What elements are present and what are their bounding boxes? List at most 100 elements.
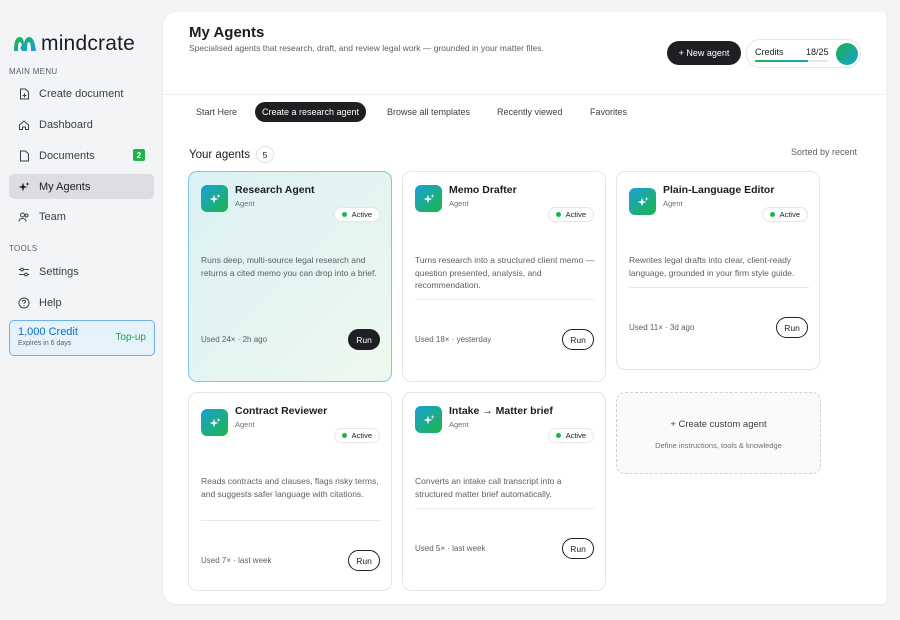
sidebar-item-help[interactable]: Help [9, 290, 154, 315]
card-divider [415, 299, 595, 300]
card-divider [629, 287, 809, 288]
tab-start-here[interactable]: Start Here [196, 102, 237, 122]
status-dot-icon [555, 433, 561, 438]
status-dot-icon [341, 433, 347, 438]
status-dot-icon [769, 212, 775, 217]
agents-section-title: Your agents [189, 148, 250, 161]
sliders-icon [17, 265, 31, 279]
agent-card-intake-matter-brief[interactable]: Intake → Matter brief Agent Active Conve… [402, 392, 606, 591]
mindcrate-logo-icon [14, 37, 36, 51]
agents-section-heading: Your agents 5 [189, 146, 274, 163]
status-dot-icon [555, 212, 561, 217]
sidebar-item-label: Create document [39, 87, 124, 100]
agent-title: Intake → Matter brief [449, 405, 553, 417]
card-divider [201, 520, 381, 521]
avatar[interactable] [836, 43, 858, 65]
agent-type: Agent [449, 199, 469, 208]
page-subtitle: Specialised agents that research, draft,… [189, 43, 544, 53]
agent-sparkle-icon [415, 406, 442, 433]
credits-label: Credits [755, 47, 784, 57]
run-button[interactable]: Run [348, 329, 380, 350]
agent-title: Plain-Language Editor [663, 184, 775, 196]
agent-title: Contract Reviewer [235, 405, 328, 417]
status-text: Active [565, 431, 586, 440]
brand-name: mindcrate [41, 32, 136, 55]
agent-title: Memo Drafter [449, 184, 517, 196]
sidebar-item-create-document[interactable]: Create document [9, 81, 154, 106]
sidebar-item-my-agents[interactable]: My Agents [9, 174, 154, 199]
status-badge: Active [761, 207, 808, 222]
agent-usage: Used 5× · last week [415, 544, 486, 553]
sort-label[interactable]: Sorted by recent [791, 147, 857, 157]
credit-card: 1,000 Credit Expires in 6 days Top-up [9, 320, 155, 356]
agent-sparkle-icon [201, 185, 228, 212]
agent-description: Converts an intake call transcript into … [415, 476, 562, 499]
agent-description: Rewrites legal drafts into clear, client… [629, 255, 795, 278]
sidebar-item-label: Team [39, 210, 66, 223]
help-icon [17, 296, 31, 310]
status-badge: Active [547, 428, 594, 443]
header-divider [163, 94, 886, 95]
status-text: Active [779, 210, 800, 219]
status-text: Active [351, 431, 372, 440]
run-button[interactable]: Run [562, 329, 594, 350]
sidebar-item-dashboard[interactable]: Dashboard [9, 112, 154, 137]
team-icon [17, 210, 31, 224]
card-divider [415, 508, 595, 509]
tab-favorites[interactable]: Favorites [590, 102, 627, 122]
agent-type: Agent [449, 420, 469, 429]
agent-card-contract-reviewer[interactable]: Contract Reviewer Agent Active Reads con… [188, 392, 392, 591]
tab-recently-viewed[interactable]: Recently viewed [497, 102, 563, 122]
home-icon [17, 118, 31, 132]
top-up-link[interactable]: Top-up [115, 332, 146, 343]
sidebar-item-settings[interactable]: Settings [9, 259, 154, 284]
tab-browse-templates[interactable]: Browse all templates [387, 102, 470, 122]
status-badge: Active [333, 207, 380, 222]
create-custom-agent-card[interactable]: + Create custom agent Define instruction… [616, 392, 821, 474]
status-text: Active [351, 210, 372, 219]
status-dot-icon [341, 212, 347, 217]
sidebar: mindcrate MAIN MENU Create document Dash… [0, 0, 163, 620]
agent-title: Research Agent [235, 184, 315, 196]
agent-card-memo-drafter[interactable]: Memo Drafter Agent Active Turns research… [402, 171, 606, 382]
agent-type: Agent [235, 420, 255, 429]
create-custom-agent-subtitle: Define instructions, tools & knowledge [655, 441, 782, 450]
sparkle-icon [17, 180, 31, 194]
document-plus-icon [17, 87, 31, 101]
page-title: My Agents [189, 24, 265, 41]
credits-value: 18/25 [806, 47, 829, 57]
new-agent-button[interactable]: + New agent [667, 41, 741, 65]
agent-sparkle-icon [629, 188, 656, 215]
main-panel: My Agents Specialised agents that resear… [163, 12, 886, 604]
create-custom-agent-title: + Create custom agent [670, 419, 767, 430]
agent-type: Agent [235, 199, 255, 208]
documents-count-badge: 2 [133, 149, 145, 161]
sidebar-item-label: Settings [39, 265, 79, 278]
credits-widget[interactable]: Credits 18/25 [746, 39, 861, 68]
tools-label: TOOLS [9, 244, 38, 253]
run-button[interactable]: Run [348, 550, 380, 571]
status-badge: Active [547, 207, 594, 222]
brand-logo[interactable]: mindcrate [12, 32, 135, 56]
sidebar-item-label: Dashboard [39, 118, 93, 131]
agent-description: Reads contracts and clauses, flags risky… [201, 476, 379, 499]
run-button[interactable]: Run [776, 317, 808, 338]
status-text: Active [565, 210, 586, 219]
agent-type: Agent [663, 199, 683, 208]
sidebar-item-label: Help [39, 296, 62, 309]
sidebar-item-documents[interactable]: Documents 2 [9, 143, 154, 168]
agent-card-research-agent[interactable]: Research Agent Agent Active Runs deep, m… [188, 171, 392, 382]
file-icon [17, 149, 31, 163]
agent-sparkle-icon [415, 185, 442, 212]
agent-usage: Used 18× · yesterday [415, 335, 492, 344]
agent-description: Turns research into a structured client … [415, 255, 595, 290]
sidebar-item-team[interactable]: Team [9, 204, 154, 229]
tab-create-research-agent[interactable]: Create a research agent [255, 102, 367, 122]
status-badge: Active [333, 428, 380, 443]
agent-card-plain-language-editor[interactable]: Plain-Language Editor Agent Active Rewri… [616, 171, 820, 370]
credits-progress-fill [755, 60, 808, 62]
sidebar-item-label: Documents [39, 149, 95, 162]
agents-count-badge: 5 [255, 146, 274, 163]
run-button[interactable]: Run [562, 538, 594, 559]
agent-usage: Used 11× · 3d ago [629, 323, 695, 332]
